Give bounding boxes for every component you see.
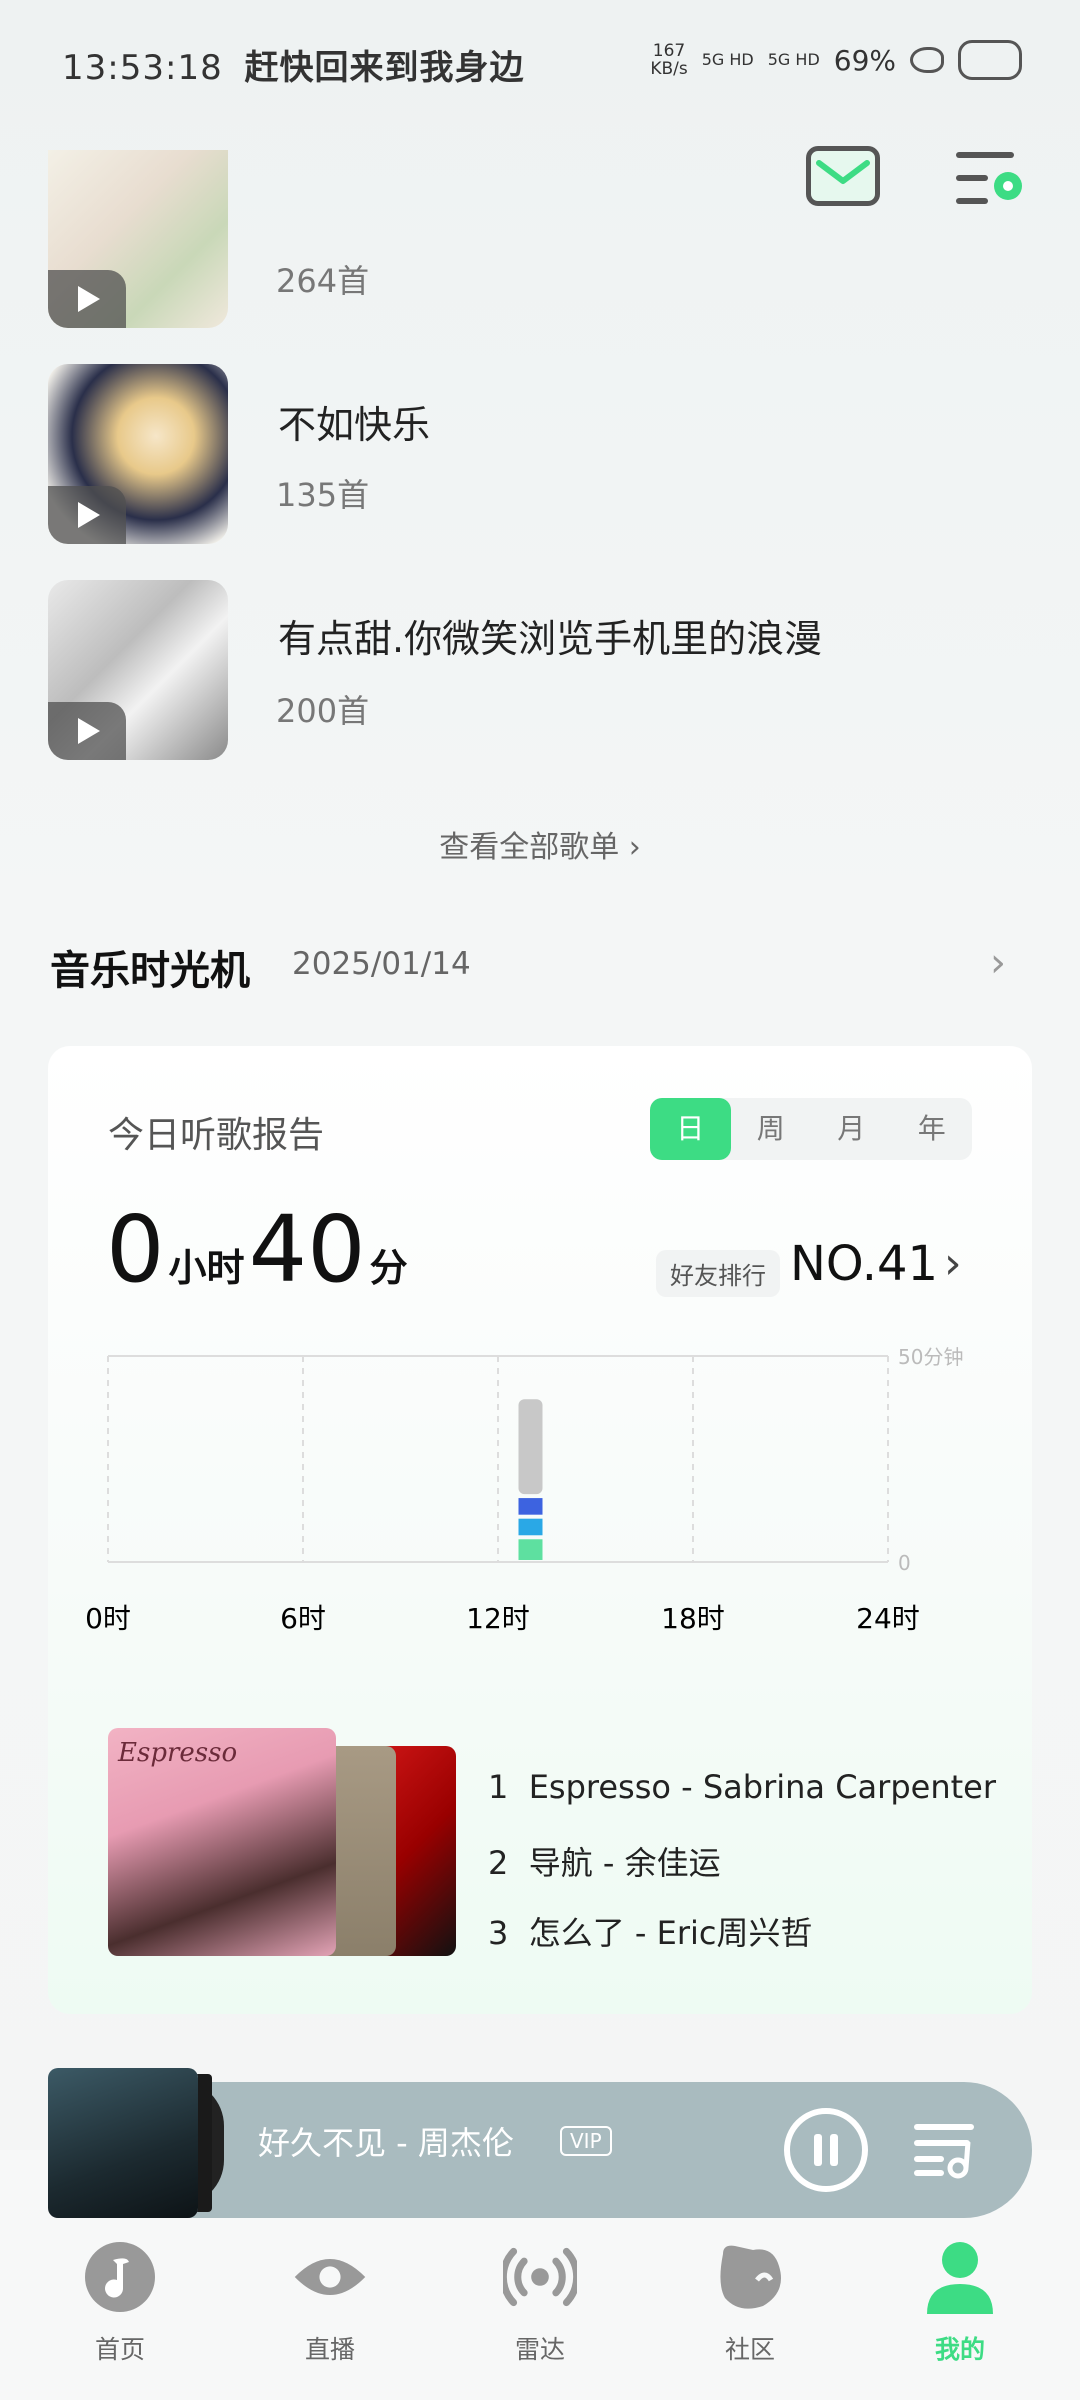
music-note-icon	[83, 2240, 157, 2314]
nav-mine[interactable]: 我的	[890, 2240, 1030, 2366]
period-tabs: 日 周 月 年	[650, 1098, 972, 1160]
vip-badge: VIP	[560, 2126, 612, 2156]
playlist-count-1: 264首	[276, 262, 370, 300]
listening-chart: 50分钟 0 0时 6时 12时 18时 24时	[85, 1345, 963, 1635]
hours-value: 0	[106, 1196, 165, 1303]
network-speed: 167 KB/s	[650, 41, 688, 79]
cat-battery-icon	[958, 40, 1022, 80]
play-icon[interactable]	[48, 486, 126, 544]
top-song-1[interactable]: 1 Espresso - Sabrina Carpenter	[488, 1768, 996, 1806]
top-song-2[interactable]: 2 导航 - 余佳运	[488, 1838, 721, 1884]
bar-segment	[518, 1518, 543, 1536]
time-machine-title: 音乐时光机	[50, 948, 250, 994]
listening-duration: 0 小时 40 分	[106, 1196, 412, 1303]
album-art-lettering: Espresso	[118, 1738, 238, 1768]
x-tick-label: 12时	[466, 1602, 530, 1635]
x-tick-label: 0时	[85, 1602, 131, 1635]
minutes-unit: 分	[369, 1246, 408, 1290]
fish-icon	[910, 47, 944, 73]
mail-icon[interactable]	[806, 146, 880, 206]
radar-icon	[499, 2240, 581, 2314]
album-cover-1: Espresso	[108, 1728, 336, 1956]
x-tick-label: 18时	[661, 1602, 725, 1635]
nav-home[interactable]: 首页	[50, 2240, 190, 2366]
hours-unit: 小时	[168, 1246, 245, 1290]
eye-icon	[293, 2240, 367, 2314]
playlist-cover-2[interactable]	[48, 364, 228, 544]
status-bar: 13:53:18 赶快回来到我身边 167 KB/s 5G HD 5G HD 6…	[0, 0, 1080, 120]
playlist-count-3: 200首	[276, 692, 370, 730]
nav-community[interactable]: 社区	[680, 2240, 820, 2366]
friend-rank-value[interactable]: NO.41	[790, 1236, 938, 1292]
tab-day[interactable]: 日	[650, 1098, 731, 1160]
play-icon[interactable]	[48, 702, 126, 760]
playlist-count-2: 135首	[276, 476, 370, 514]
tab-year[interactable]: 年	[892, 1098, 973, 1160]
community-icon	[713, 2240, 787, 2314]
tab-month[interactable]: 月	[811, 1098, 892, 1160]
nav-live[interactable]: 直播	[260, 2240, 400, 2366]
x-tick-label: 24时	[856, 1602, 920, 1635]
tab-week[interactable]: 周	[731, 1098, 812, 1160]
x-tick-label: 6时	[280, 1602, 326, 1635]
menu-settings-icon[interactable]	[954, 150, 1024, 206]
playlist-cover-1[interactable]	[48, 150, 228, 328]
bar-segment	[518, 1498, 543, 1515]
battery-level: 69%	[833, 43, 896, 77]
y-tick-top: 50分钟	[898, 1345, 963, 1369]
status-indicators: 167 KB/s 5G HD 5G HD 69%	[650, 40, 1022, 80]
minutes-value: 40	[248, 1196, 366, 1303]
nav-radar[interactable]: 雷达	[470, 2240, 610, 2366]
album-stack[interactable]: Espresso	[108, 1728, 458, 1958]
playlist-name-3[interactable]: 有点甜.你微笑浏览手机里的浪漫	[278, 608, 822, 663]
playlist-cover-3[interactable]	[48, 580, 228, 760]
chevron-right-icon[interactable]: ›	[944, 1238, 962, 1289]
report-title: 今日听歌报告	[108, 1115, 325, 1156]
top-song-3[interactable]: 3 怎么了 - Eric周兴哲	[488, 1908, 812, 1954]
signal-icon-2: 5G HD	[767, 50, 820, 69]
bar-segment	[518, 1399, 543, 1495]
view-all-playlists-link[interactable]: 查看全部歌单 ›	[0, 822, 1080, 866]
now-playing-title[interactable]: 好久不见 - 周杰伦	[258, 2118, 514, 2164]
clock: 13:53:18	[62, 48, 223, 88]
chevron-right-icon[interactable]: ›	[990, 940, 1006, 986]
bar-segment	[518, 1539, 543, 1560]
playlist-name-2[interactable]: 不如快乐	[278, 394, 430, 449]
time-machine-date: 2025/01/14	[292, 946, 471, 982]
status-time: 13:53:18 赶快回来到我身边	[62, 40, 525, 89]
now-playing-cover[interactable]	[48, 2068, 198, 2218]
profile-icon	[923, 2240, 997, 2314]
friend-rank-label: 好友排行	[656, 1250, 780, 1297]
status-message: 赶快回来到我身边	[244, 48, 525, 88]
signal-icon-1: 5G HD	[701, 50, 754, 69]
pause-button[interactable]	[784, 2108, 868, 2192]
play-icon[interactable]	[48, 270, 126, 328]
playlist-queue-icon[interactable]	[912, 2120, 982, 2180]
y-tick-bottom: 0	[898, 1551, 911, 1575]
